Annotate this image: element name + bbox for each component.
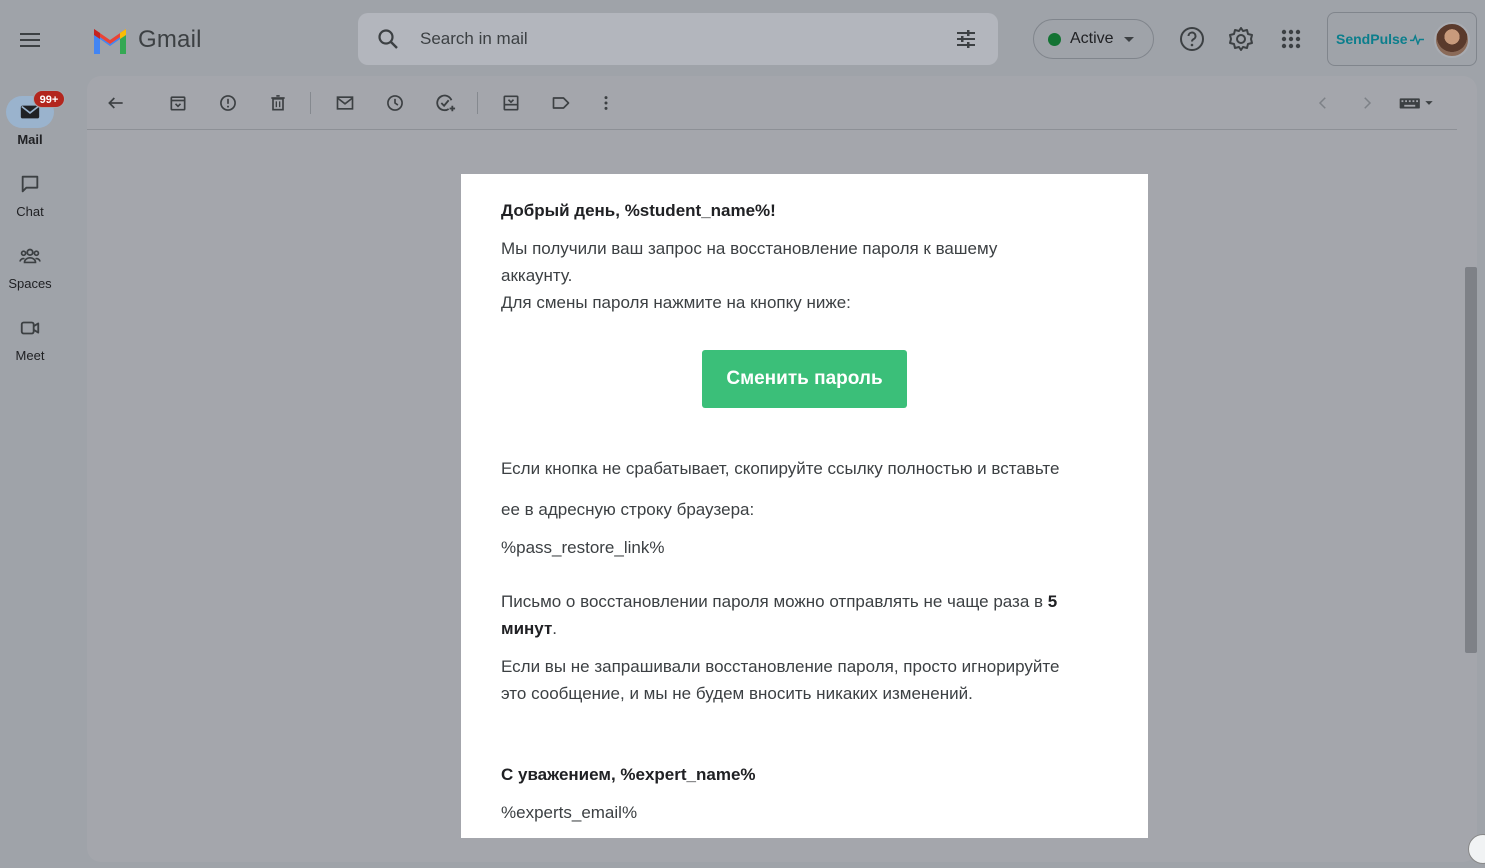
restore-link[interactable]: %pass_restore_link% — [501, 534, 1101, 561]
main-menu-icon[interactable] — [12, 22, 48, 58]
archive-icon[interactable] — [166, 91, 190, 115]
search-input[interactable] — [420, 25, 920, 53]
meet-icon — [20, 321, 40, 335]
rail-label: Chat — [16, 204, 44, 219]
rail-label: Mail — [17, 132, 43, 147]
fallback-text: Если кнопка не срабатывает, скопируйте с… — [501, 459, 1060, 478]
search-icon[interactable] — [376, 27, 400, 51]
email-body: Добрый день, %student_name%! Мы получили… — [461, 174, 1148, 838]
spaces-icon — [19, 248, 41, 264]
toolbar-divider — [310, 92, 311, 114]
label-icon[interactable] — [549, 91, 573, 115]
chat-icon — [21, 175, 39, 193]
snooze-icon[interactable] — [383, 91, 407, 115]
back-arrow-icon[interactable] — [104, 91, 128, 115]
pulse-icon — [1409, 33, 1424, 45]
email-signoff: С уважением, %expert_name% — [501, 765, 756, 784]
unread-count-badge: 99+ — [33, 90, 65, 108]
rate-limit-text: Письмо о восстановлении пароля можно отп… — [501, 592, 1058, 611]
rail-label: Spaces — [8, 276, 52, 291]
rail-item-meet[interactable]: Meet — [0, 312, 60, 363]
left-rail: 99+ Mail Chat Spaces Meet — [0, 76, 68, 868]
account-switcher[interactable]: SendPulse — [1327, 12, 1477, 66]
email-greeting: Добрый день, %student_name%! — [501, 201, 776, 220]
settings-gear-icon[interactable] — [1227, 25, 1255, 53]
delete-icon[interactable] — [266, 91, 290, 115]
status-label: Active — [1070, 30, 1114, 47]
account-brand: SendPulse — [1336, 31, 1424, 47]
chevron-down-icon — [1123, 36, 1134, 42]
app-name: Gmail — [138, 26, 202, 53]
add-task-icon[interactable] — [433, 91, 457, 115]
ignore-text: это сообщение, и мы не будем вносить ник… — [501, 684, 973, 703]
rail-item-spaces[interactable]: Spaces — [0, 240, 60, 291]
apps-grid-icon[interactable] — [1277, 25, 1305, 53]
prev-icon[interactable] — [1311, 91, 1335, 115]
email-intro-line: Мы получили ваш запрос на восстановление… — [501, 239, 998, 258]
gmail-logo[interactable]: Gmail — [92, 24, 202, 56]
avatar[interactable] — [1434, 22, 1470, 58]
message-toolbar — [87, 76, 1457, 130]
report-spam-icon[interactable] — [216, 91, 240, 115]
rail-label: Meet — [15, 348, 45, 363]
search-options-icon[interactable] — [954, 27, 978, 51]
fallback-text: ее в адресную строку браузера: — [501, 500, 755, 519]
next-icon[interactable] — [1355, 91, 1379, 115]
help-icon[interactable] — [1178, 25, 1206, 53]
top-bar: Gmail Active — [0, 0, 1485, 76]
change-password-button[interactable]: Сменить пароль — [702, 350, 907, 408]
rail-item-chat[interactable]: Chat — [0, 168, 60, 219]
more-icon[interactable] — [594, 91, 618, 115]
search-bar — [358, 13, 998, 65]
scrollbar-thumb[interactable] — [1465, 267, 1477, 653]
mark-unread-icon[interactable] — [333, 91, 357, 115]
gmail-m-icon — [94, 28, 126, 54]
status-selector[interactable]: Active — [1033, 19, 1154, 59]
expert-email[interactable]: %experts_email% — [501, 799, 1101, 826]
ignore-text: Если вы не запрашивали восстановление па… — [501, 657, 1060, 676]
move-to-icon[interactable] — [499, 91, 523, 115]
input-tools-icon[interactable] — [1397, 91, 1439, 115]
email-intro-line: аккаунту. — [501, 266, 573, 285]
status-dot-icon — [1048, 32, 1061, 46]
toolbar-divider — [477, 92, 478, 114]
rail-item-mail[interactable]: 99+ Mail — [0, 90, 65, 147]
rate-limit-text: минут. — [501, 619, 558, 638]
email-intro-line: Для смены пароля нажмите на кнопку ниже: — [501, 293, 851, 312]
